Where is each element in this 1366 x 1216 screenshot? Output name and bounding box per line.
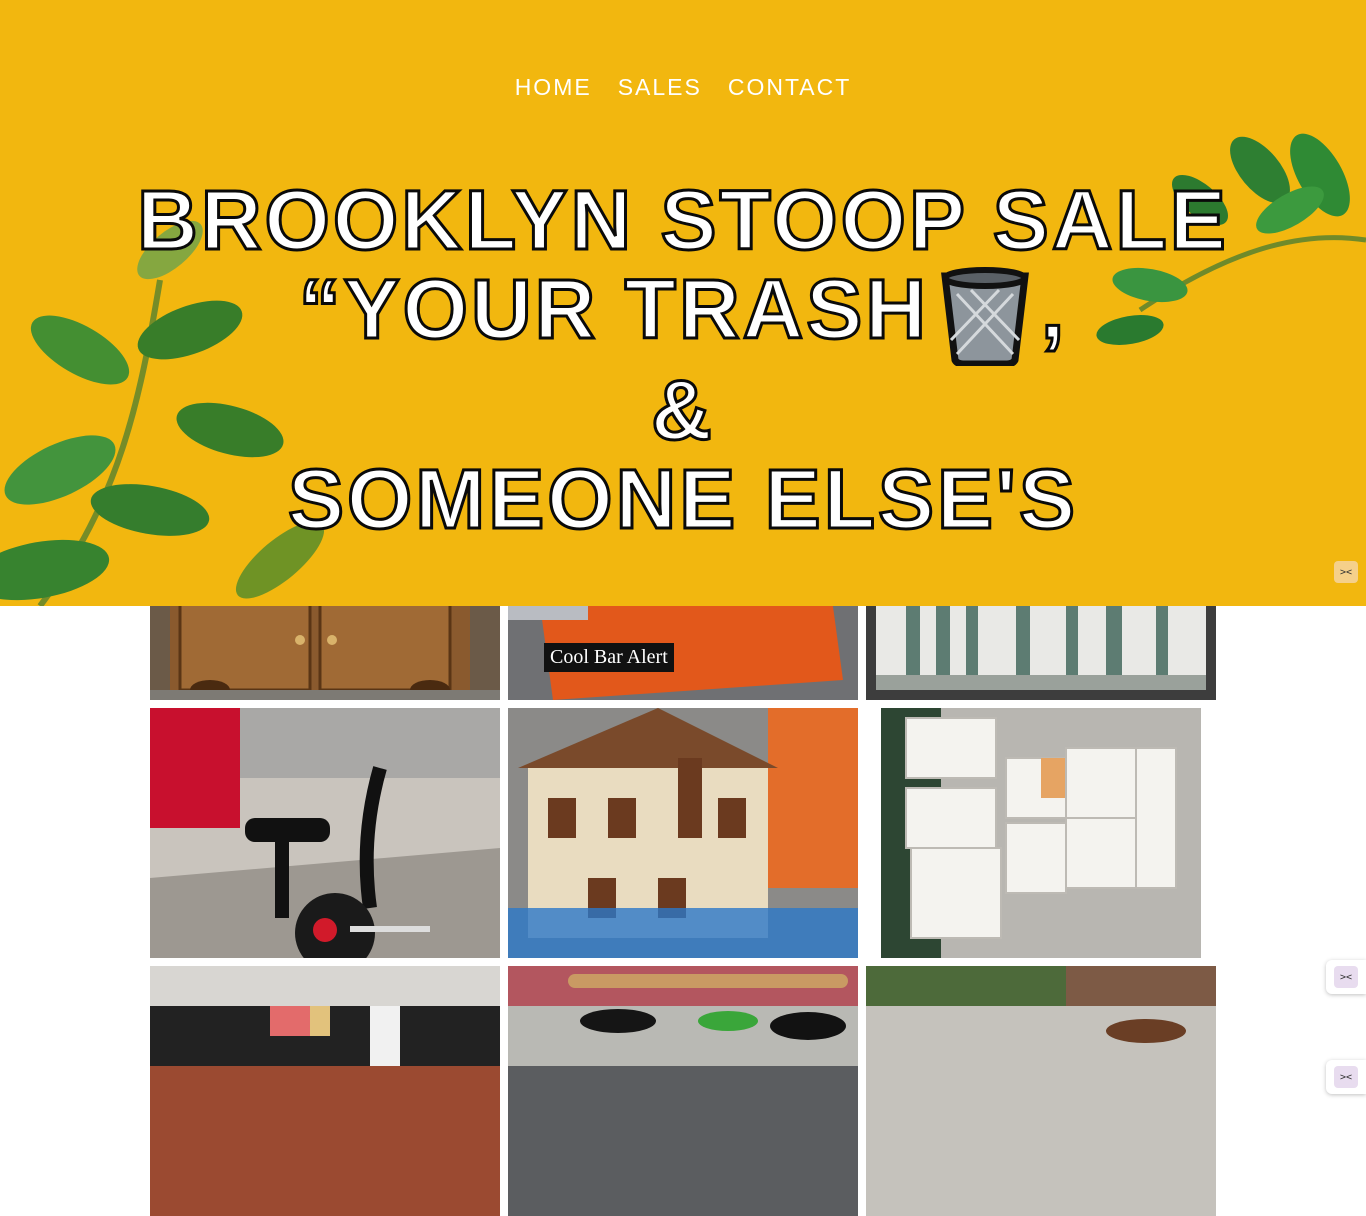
hero-headline-container: BROOKLYN STOOP SALE “YOUR TRASH , & SOME… xyxy=(0,176,1366,554)
gallery-item-white-shelves[interactable] xyxy=(866,708,1216,958)
headline-line-5-text: TREASURE xyxy=(379,541,866,554)
headline-line-2-text: “YOUR TRASH xyxy=(297,262,929,356)
headline-line-5-end: ” xyxy=(939,541,986,554)
widget-face-icon: >< xyxy=(1334,1066,1358,1088)
headline-line-2: “YOUR TRASH , xyxy=(0,262,1366,366)
gallery-item-dollhouse[interactable] xyxy=(508,708,858,958)
headline-line-2-end: , xyxy=(1039,262,1068,356)
gallery-item-shoes-on-table[interactable] xyxy=(508,966,858,1216)
headline-line-5: TREASURE ” xyxy=(0,541,1366,554)
widget-tab-1[interactable]: >< xyxy=(1326,555,1366,589)
wastebasket-icon xyxy=(937,266,1033,366)
nav-home-link[interactable]: HOME xyxy=(515,74,592,101)
widget-face-icon: >< xyxy=(1334,966,1358,988)
headline-line-1: BROOKLYN STOOP SALE xyxy=(136,176,1229,267)
headline-line-3: & xyxy=(650,362,715,457)
nav-contact-link[interactable]: CONTACT xyxy=(728,74,851,101)
main-nav: HOME SALES CONTACT xyxy=(0,74,1366,101)
widget-tab-3[interactable]: >< xyxy=(1326,1060,1366,1094)
widget-tab-2[interactable]: >< xyxy=(1326,960,1366,994)
gallery-item-hanging-clothes[interactable] xyxy=(150,966,500,1216)
widget-face-icon: >< xyxy=(1334,561,1358,583)
gallery-item-sidewalk-shoes[interactable] xyxy=(866,966,1216,1216)
gallery-item-exercise-bike[interactable] xyxy=(150,708,500,958)
nav-sales-link[interactable]: SALES xyxy=(618,74,702,101)
hero-banner: HOME SALES CONTACT BROOKLYN STOOP SALE “… xyxy=(0,0,1366,606)
gallery-caption: Cool Bar Alert xyxy=(544,643,674,672)
hero-headline: BROOKLYN STOOP SALE “YOUR TRASH , & SOME… xyxy=(0,176,1366,554)
headline-line-4: SOMEONE ELSE'S xyxy=(286,451,1079,546)
